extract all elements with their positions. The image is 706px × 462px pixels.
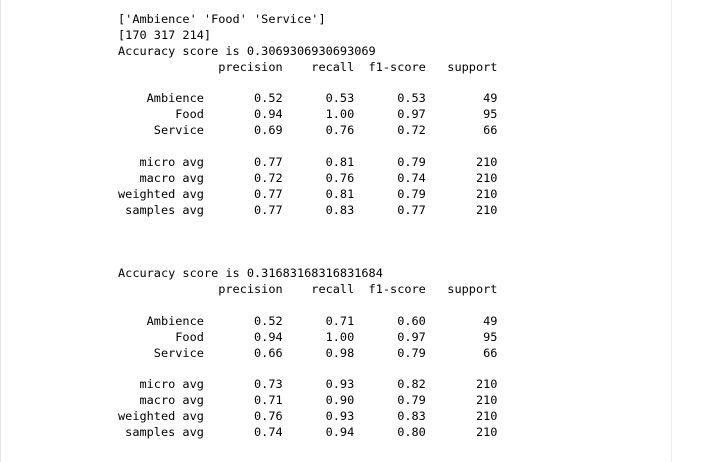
output-line-class-counts: [170 317 214] [118,27,212,42]
report-1-header: precision recall f1-score support [118,59,498,74]
report-1-row-macro-avg: macro avg 0.72 0.76 0.74 210 [118,170,498,185]
output-area-border [0,0,1,462]
output-area-right-edge [671,0,672,462]
report-2-row-weighted-avg: weighted avg 0.76 0.93 0.83 210 [118,409,498,424]
report-2-row-macro-avg: macro avg 0.71 0.90 0.79 210 [118,393,498,408]
report-2-row-service: Service 0.66 0.98 0.79 66 [118,345,498,360]
report-2-row-ambience: Ambience 0.52 0.71 0.60 49 [118,313,498,328]
report-1-row-samples-avg: samples avg 0.77 0.83 0.77 210 [118,202,498,217]
output-line-class-names: ['Ambience' 'Food' 'Service'] [118,12,326,26]
report-1-row-food: Food 0.94 1.00 0.97 95 [118,107,498,122]
report-2-header: precision recall f1-score support [118,282,498,297]
report-1-row-ambience: Ambience 0.52 0.53 0.53 49 [118,91,498,106]
report-2-row-samples-avg: samples avg 0.74 0.94 0.80 210 [118,425,498,440]
report-1-row-service: Service 0.69 0.76 0.72 66 [118,123,498,138]
stdout-text[interactable]: ['Ambience' 'Food' 'Service'] [170 317 21… [118,12,497,441]
report-2-row-micro-avg: micro avg 0.73 0.93 0.82 210 [118,377,498,392]
notebook-cell-output: ['Ambience' 'Food' 'Service'] [170 317 21… [0,0,706,462]
output-line-accuracy-2: Accuracy score is 0.31683168316831684 [118,266,383,281]
output-line-accuracy-1: Accuracy score is 0.3069306930693069 [118,43,376,58]
report-2-row-food: Food 0.94 1.00 0.97 95 [118,329,498,344]
report-1-row-weighted-avg: weighted avg 0.77 0.81 0.79 210 [118,186,498,201]
report-1-row-micro-avg: micro avg 0.77 0.81 0.79 210 [118,155,498,170]
